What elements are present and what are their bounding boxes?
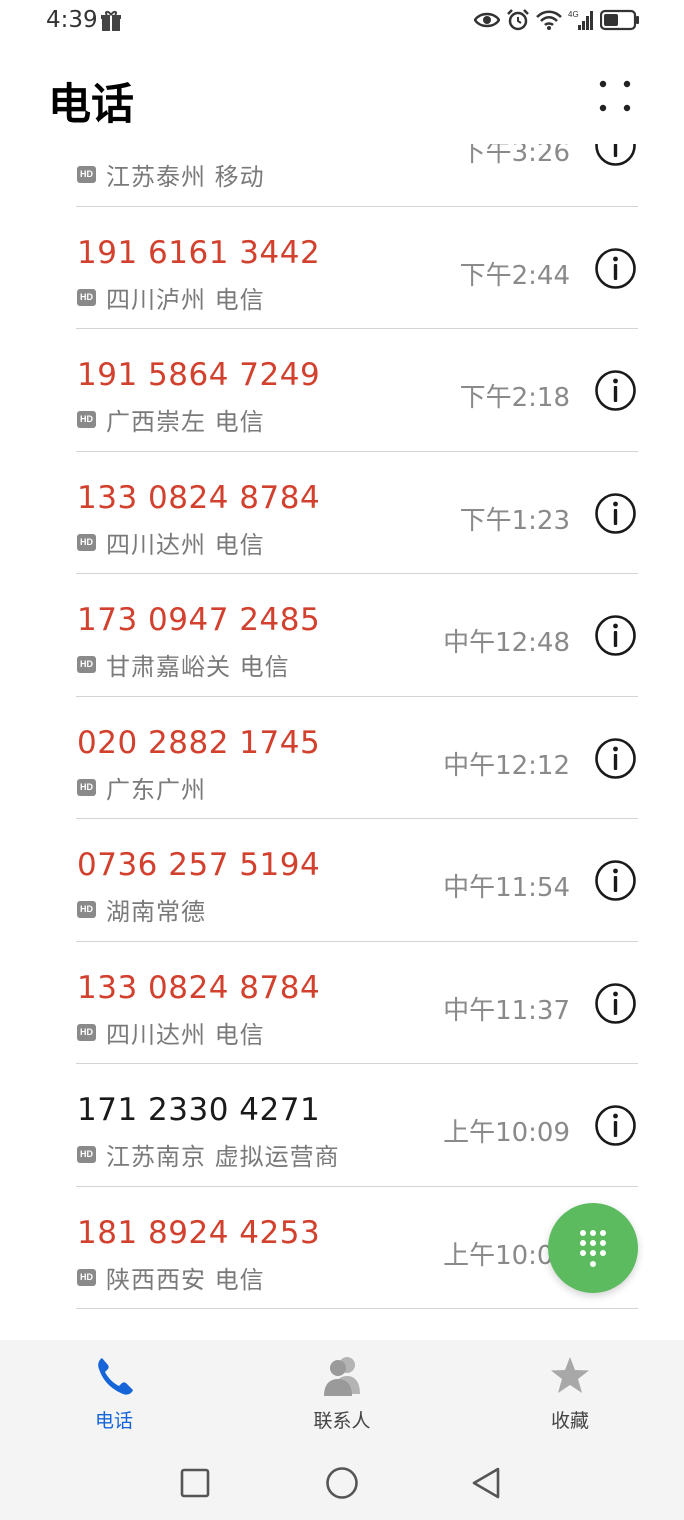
phone-number: 191 6161 3442 bbox=[77, 234, 321, 271]
call-time: 中午12:48 bbox=[443, 628, 570, 658]
call-log-list[interactable]: HD 江苏泰州 移动 下午3:26 191 6161 3442 HD 四川泸州 … bbox=[0, 144, 684, 1340]
bottom-navigation: 电话 联系人 收藏 bbox=[0, 1340, 684, 1520]
phone-number: 020 2882 1745 bbox=[77, 724, 321, 761]
page-title: 电话 bbox=[48, 80, 134, 130]
info-icon[interactable] bbox=[594, 614, 637, 657]
info-icon[interactable] bbox=[594, 144, 637, 167]
call-log-row[interactable]: 020 2882 1745 HD 广东广州 中午12:12 bbox=[0, 697, 684, 819]
hd-badge-icon: HD bbox=[77, 411, 96, 428]
call-subtitle: HD 四川达州 电信 bbox=[77, 525, 265, 560]
call-subtitle: HD 四川泸州 电信 bbox=[77, 280, 265, 315]
call-time: 下午2:18 bbox=[459, 383, 570, 413]
info-icon[interactable] bbox=[594, 1104, 637, 1147]
tab-phone-label: 电话 bbox=[94, 1410, 133, 1432]
signal-icon: 4G bbox=[568, 10, 593, 30]
square-recents-icon[interactable] bbox=[180, 1468, 210, 1498]
call-location: 四川达州 电信 bbox=[106, 1020, 265, 1049]
phone-number: 181 8924 4253 bbox=[77, 1214, 321, 1251]
tab-phone[interactable]: 电话 bbox=[54, 1354, 174, 1434]
call-location: 甘肃嘉峪关 电信 bbox=[106, 653, 290, 681]
call-log-row[interactable]: 171 2330 4271 HD 江苏南京 虚拟运营商 上午10:09 bbox=[0, 1064, 684, 1187]
phone-number: 133 0824 8784 bbox=[77, 969, 321, 1006]
call-log-row[interactable]: HD bbox=[0, 1309, 684, 1340]
info-icon[interactable] bbox=[594, 247, 637, 290]
call-location: 广东广州 bbox=[106, 775, 206, 804]
status-bar: 4:39 4G bbox=[0, 0, 684, 44]
call-time: 上午10:09 bbox=[443, 1118, 570, 1148]
call-location: 四川泸州 电信 bbox=[106, 285, 265, 314]
more-dots-icon bbox=[599, 80, 631, 112]
app-bar: 电话 bbox=[0, 44, 684, 144]
phone-number: 173 0947 2485 bbox=[77, 602, 321, 638]
wifi-icon bbox=[536, 10, 562, 30]
call-subtitle: HD 江苏泰州 移动 bbox=[77, 157, 265, 192]
call-log-row[interactable]: HD 江苏泰州 移动 下午3:26 bbox=[0, 144, 684, 207]
call-log-row[interactable]: 191 5864 7249 HD 广西崇左 电信 下午2:18 bbox=[0, 329, 684, 452]
call-log-row[interactable]: 191 6161 3442 HD 四川泸州 电信 下午2:44 bbox=[0, 207, 684, 329]
call-location: 四川达州 电信 bbox=[106, 530, 265, 559]
call-subtitle: HD 江苏南京 虚拟运营商 bbox=[77, 1137, 340, 1172]
contacts-icon bbox=[324, 1357, 360, 1396]
eye-icon bbox=[474, 12, 500, 28]
info-icon[interactable] bbox=[594, 492, 637, 535]
tab-favorites-label: 收藏 bbox=[550, 1410, 589, 1432]
call-location: 江苏泰州 移动 bbox=[106, 163, 265, 191]
call-location: 湖南常德 bbox=[106, 898, 206, 926]
call-log-row[interactable]: 133 0824 8784 HD 四川达州 电信 下午1:23 bbox=[0, 452, 684, 574]
call-subtitle: HD 陕西西安 电信 bbox=[77, 1260, 265, 1295]
call-time: 中午11:54 bbox=[443, 873, 570, 903]
call-subtitle: HD 广西崇左 电信 bbox=[77, 402, 265, 437]
phone-icon bbox=[98, 1358, 133, 1395]
hd-badge-icon: HD bbox=[77, 778, 96, 796]
info-icon[interactable] bbox=[594, 369, 637, 412]
tab-favorites[interactable]: 收藏 bbox=[510, 1354, 630, 1434]
circle-home-icon[interactable] bbox=[325, 1466, 359, 1500]
status-icons: 4G bbox=[474, 8, 640, 32]
call-time: 下午2:44 bbox=[459, 260, 570, 291]
hd-badge-icon: HD bbox=[77, 166, 96, 183]
status-time: 4:39 bbox=[46, 7, 98, 33]
gift-icon bbox=[101, 11, 121, 31]
call-subtitle: HD 湖南常德 bbox=[77, 892, 206, 927]
svg-text:4G: 4G bbox=[568, 10, 579, 19]
call-time: 中午11:37 bbox=[443, 995, 570, 1026]
phone-number: 0736 257 5194 bbox=[77, 847, 321, 883]
call-subtitle: HD 甘肃嘉峪关 电信 bbox=[77, 647, 290, 682]
hd-badge-icon: HD bbox=[77, 1146, 96, 1163]
info-icon[interactable] bbox=[594, 859, 637, 902]
call-log-row[interactable]: 133 0824 8784 HD 四川达州 电信 中午11:37 bbox=[0, 942, 684, 1064]
hd-badge-icon: HD bbox=[77, 901, 96, 918]
phone-number: 191 5864 7249 bbox=[77, 357, 321, 393]
tab-contacts[interactable]: 联系人 bbox=[282, 1354, 402, 1434]
call-location: 广西崇左 电信 bbox=[106, 408, 265, 436]
hd-badge-icon: HD bbox=[77, 288, 96, 306]
star-icon bbox=[551, 1357, 589, 1393]
hd-badge-icon: HD bbox=[77, 1268, 96, 1286]
alarm-icon bbox=[507, 9, 529, 31]
hd-badge-icon: HD bbox=[77, 656, 96, 673]
tab-contacts-label: 联系人 bbox=[313, 1410, 371, 1432]
call-subtitle: HD 广东广州 bbox=[77, 770, 206, 805]
call-time: 中午12:12 bbox=[443, 750, 570, 781]
triangle-back-icon[interactable] bbox=[470, 1466, 502, 1500]
info-icon[interactable] bbox=[594, 982, 637, 1025]
call-location: 江苏南京 虚拟运营商 bbox=[106, 1143, 340, 1171]
battery-icon bbox=[600, 9, 639, 31]
call-log-row[interactable]: 0736 257 5194 HD 湖南常德 中午11:54 bbox=[0, 819, 684, 942]
more-options-button[interactable] bbox=[590, 74, 640, 124]
phone-number: 171 2330 4271 bbox=[77, 1092, 321, 1128]
phone-number: 133 0824 8784 bbox=[77, 479, 321, 516]
call-time: 下午1:23 bbox=[459, 505, 570, 536]
dialpad-button[interactable] bbox=[548, 1203, 638, 1293]
call-location: 陕西西安 电信 bbox=[106, 1265, 265, 1294]
hd-badge-icon: HD bbox=[77, 1023, 96, 1041]
call-subtitle: HD 四川达州 电信 bbox=[77, 1015, 265, 1050]
info-icon[interactable] bbox=[594, 737, 637, 780]
hd-badge-icon: HD bbox=[77, 533, 96, 551]
call-log-row[interactable]: 173 0947 2485 HD 甘肃嘉峪关 电信 中午12:48 bbox=[0, 574, 684, 697]
dialpad-icon bbox=[580, 1230, 606, 1267]
call-time: 下午3:26 bbox=[459, 144, 570, 168]
